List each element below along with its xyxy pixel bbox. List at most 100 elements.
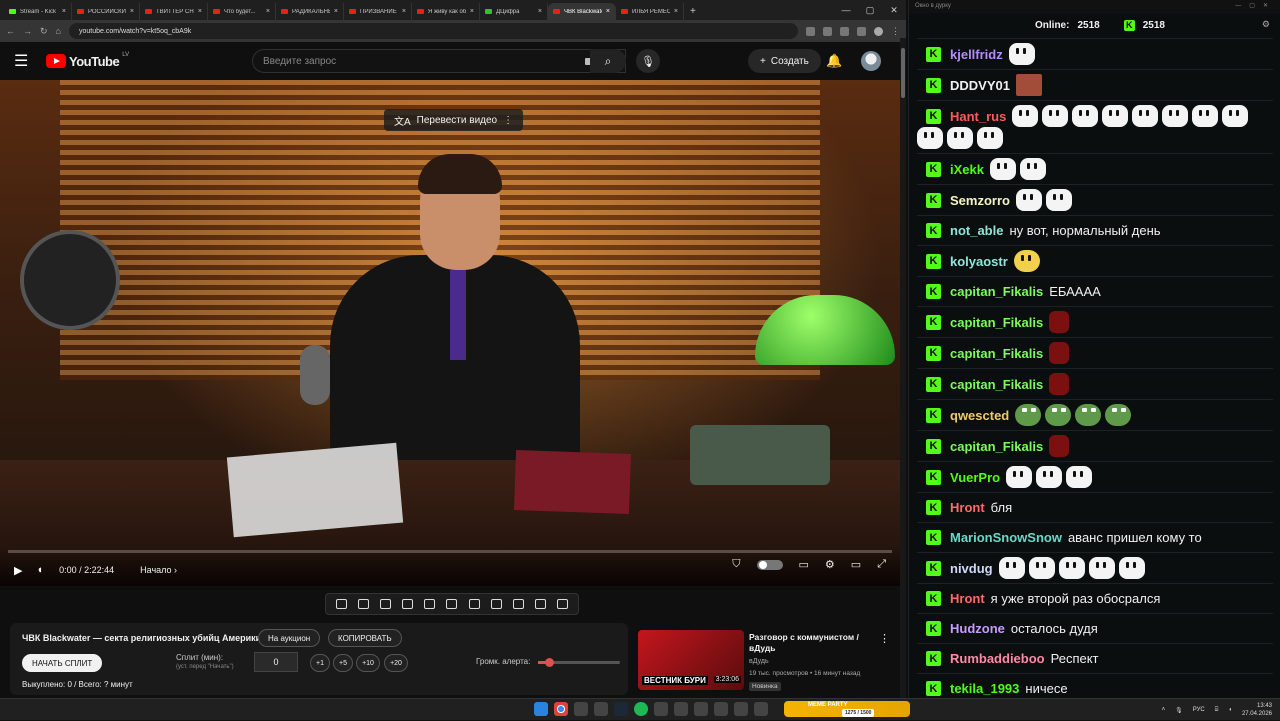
- discord-icon[interactable]: [594, 702, 608, 716]
- browser-tab[interactable]: ДЦифра ×: [480, 3, 548, 20]
- step-button[interactable]: +1: [310, 654, 330, 672]
- avatar[interactable]: [861, 51, 881, 71]
- shield-icon[interactable]: ⛉: [732, 558, 740, 571]
- browser-tab[interactable]: РАДИКАЛЬНЫЙ ×: [276, 3, 344, 20]
- tab-close-icon[interactable]: ×: [266, 8, 270, 15]
- close-icon[interactable]: ✕: [882, 0, 906, 20]
- url-input[interactable]: youtube.com/watch?v=kt5oq_cbA9k: [68, 23, 798, 39]
- picture-icon[interactable]: [424, 599, 436, 609]
- chat-username[interactable]: Semzorro: [950, 193, 1010, 208]
- channel-name[interactable]: вДудь: [749, 658, 769, 665]
- split-minutes-input[interactable]: 0: [254, 652, 298, 672]
- reload-icon[interactable]: ↻: [40, 26, 48, 37]
- maximize-icon[interactable]: ▢: [858, 0, 882, 20]
- app-icon[interactable]: [714, 702, 728, 716]
- search-icon[interactable]: [574, 702, 588, 716]
- tab-close-icon[interactable]: ×: [674, 8, 678, 15]
- volume-icon[interactable]: ◖: [1228, 707, 1232, 713]
- network-icon[interactable]: ⌸: [1215, 707, 1219, 714]
- search-input[interactable]: Введите запрос: [252, 49, 626, 73]
- chapter-button[interactable]: Начало ›: [140, 565, 177, 575]
- chat-username[interactable]: Hront: [950, 591, 985, 606]
- chat-username[interactable]: capitan_Fikalis: [950, 284, 1043, 299]
- clapper-icon[interactable]: [402, 599, 414, 609]
- more-vert-icon[interactable]: ⋮: [879, 632, 890, 645]
- lang-indicator[interactable]: РУС: [1193, 707, 1205, 713]
- youtube-logo[interactable]: YouTube LV: [46, 52, 129, 69]
- chat-username[interactable]: DDDVY01: [950, 78, 1010, 93]
- browser-tab[interactable]: ИЛЬЯ РЕМЕСЛ ×: [616, 3, 684, 20]
- chat-username[interactable]: Hudzone: [950, 621, 1005, 636]
- notifications-bell-icon[interactable]: 🔔: [826, 53, 842, 69]
- tab-close-icon[interactable]: ×: [62, 8, 66, 15]
- chat-username[interactable]: iXekk: [950, 162, 984, 177]
- chrome-icon[interactable]: [554, 702, 568, 716]
- chat-username[interactable]: Hront: [950, 500, 985, 515]
- copy-button[interactable]: КОПИРОВАТЬ: [328, 629, 402, 647]
- tab-close-icon[interactable]: ×: [130, 8, 134, 15]
- autoplay-toggle[interactable]: [756, 559, 783, 570]
- eye-icon[interactable]: [379, 599, 391, 609]
- volume-knob[interactable]: [545, 658, 555, 667]
- tab-close-icon[interactable]: ×: [402, 8, 406, 15]
- chat-username[interactable]: nivdug: [950, 561, 993, 576]
- meme-party-widget[interactable]: MEME PARTY 1275 / 1500: [784, 701, 910, 717]
- extension-icon[interactable]: [840, 26, 849, 36]
- filmstrip-icon[interactable]: [446, 599, 458, 609]
- chat-username[interactable]: MarionSnowSnow: [950, 530, 1062, 545]
- page-scrollbar[interactable]: [900, 38, 906, 698]
- steam-icon[interactable]: [614, 702, 628, 716]
- browser-tab[interactable]: ТВИТТЕР СНЕС ×: [140, 3, 208, 20]
- chat-username[interactable]: Hant_rus: [950, 109, 1006, 124]
- chat-username[interactable]: tekila_1993: [950, 681, 1019, 696]
- chat-username[interactable]: qwescted: [950, 408, 1009, 423]
- browser-tab[interactable]: Я живу как об ×: [412, 3, 480, 20]
- recommended-video[interactable]: ВЕСТНИК БУРИ 3:23:06 Разговор с коммунис…: [638, 630, 902, 694]
- microphone-icon[interactable]: 🎙: [1175, 707, 1183, 714]
- chat-username[interactable]: capitan_Fikalis: [950, 315, 1043, 330]
- step-button[interactable]: +5: [333, 654, 353, 672]
- tab-close-icon[interactable]: ×: [470, 8, 474, 15]
- tab-close-icon[interactable]: ×: [538, 8, 542, 15]
- tab-close-icon[interactable]: ×: [606, 8, 610, 15]
- forward-icon[interactable]: →: [23, 26, 32, 36]
- translate-video-button[interactable]: 文A Перевести видео ⋮: [384, 109, 524, 131]
- minimize-icon[interactable]: —: [834, 0, 858, 20]
- clock[interactable]: 13:43 27.04.2026: [1242, 702, 1272, 718]
- step-button[interactable]: +20: [384, 654, 408, 672]
- browser-tab[interactable]: ЧВК Blackwater ×: [548, 3, 616, 20]
- repeat-icon[interactable]: [335, 599, 347, 609]
- chevron-up-icon[interactable]: ˄: [1162, 707, 1166, 713]
- browser-tab[interactable]: Что будет... ×: [208, 3, 276, 20]
- chat-username[interactable]: VuerPro: [950, 470, 1000, 485]
- browser-tab[interactable]: РОССИЙСКИЕ ×: [72, 3, 140, 20]
- chat-username[interactable]: Rumbaddieboo: [950, 651, 1045, 666]
- browser-tab[interactable]: Stream - Kick D ×: [4, 3, 72, 20]
- browser-tab[interactable]: ПРИЗВАНИЕ П ×: [344, 3, 412, 20]
- broadcast-icon[interactable]: [357, 599, 369, 609]
- back-icon[interactable]: ←: [6, 26, 15, 36]
- chat-username[interactable]: capitan_Fikalis: [950, 439, 1043, 454]
- chat-username[interactable]: capitan_Fikalis: [950, 346, 1043, 361]
- gear-icon[interactable]: [557, 599, 569, 609]
- chat-settings-icon[interactable]: ⚙: [1262, 19, 1270, 30]
- video-thumbnail[interactable]: ВЕСТНИК БУРИ 3:23:06: [638, 630, 744, 690]
- add-box-icon[interactable]: [490, 599, 502, 609]
- app-icon[interactable]: [674, 702, 688, 716]
- progress-bar[interactable]: [8, 550, 892, 553]
- camera-icon[interactable]: [512, 599, 524, 609]
- flask-icon[interactable]: [535, 599, 547, 609]
- spotify-icon[interactable]: [634, 702, 648, 716]
- search-button[interactable]: ⌕: [590, 49, 626, 73]
- chat-username[interactable]: not_able: [950, 223, 1003, 238]
- theater-mode-icon[interactable]: ▭: [851, 558, 861, 571]
- play-icon[interactable]: ▶: [14, 564, 22, 577]
- more-vert-icon[interactable]: ⋮: [503, 115, 513, 126]
- windows-start-icon[interactable]: [534, 702, 548, 716]
- step-button[interactable]: +10: [356, 654, 380, 672]
- alert-volume-slider[interactable]: [538, 658, 620, 667]
- scrollbar-thumb[interactable]: [901, 48, 905, 98]
- obs-icon[interactable]: [654, 702, 668, 716]
- tab-close-icon[interactable]: ×: [334, 8, 338, 15]
- speed-icon[interactable]: [468, 599, 480, 609]
